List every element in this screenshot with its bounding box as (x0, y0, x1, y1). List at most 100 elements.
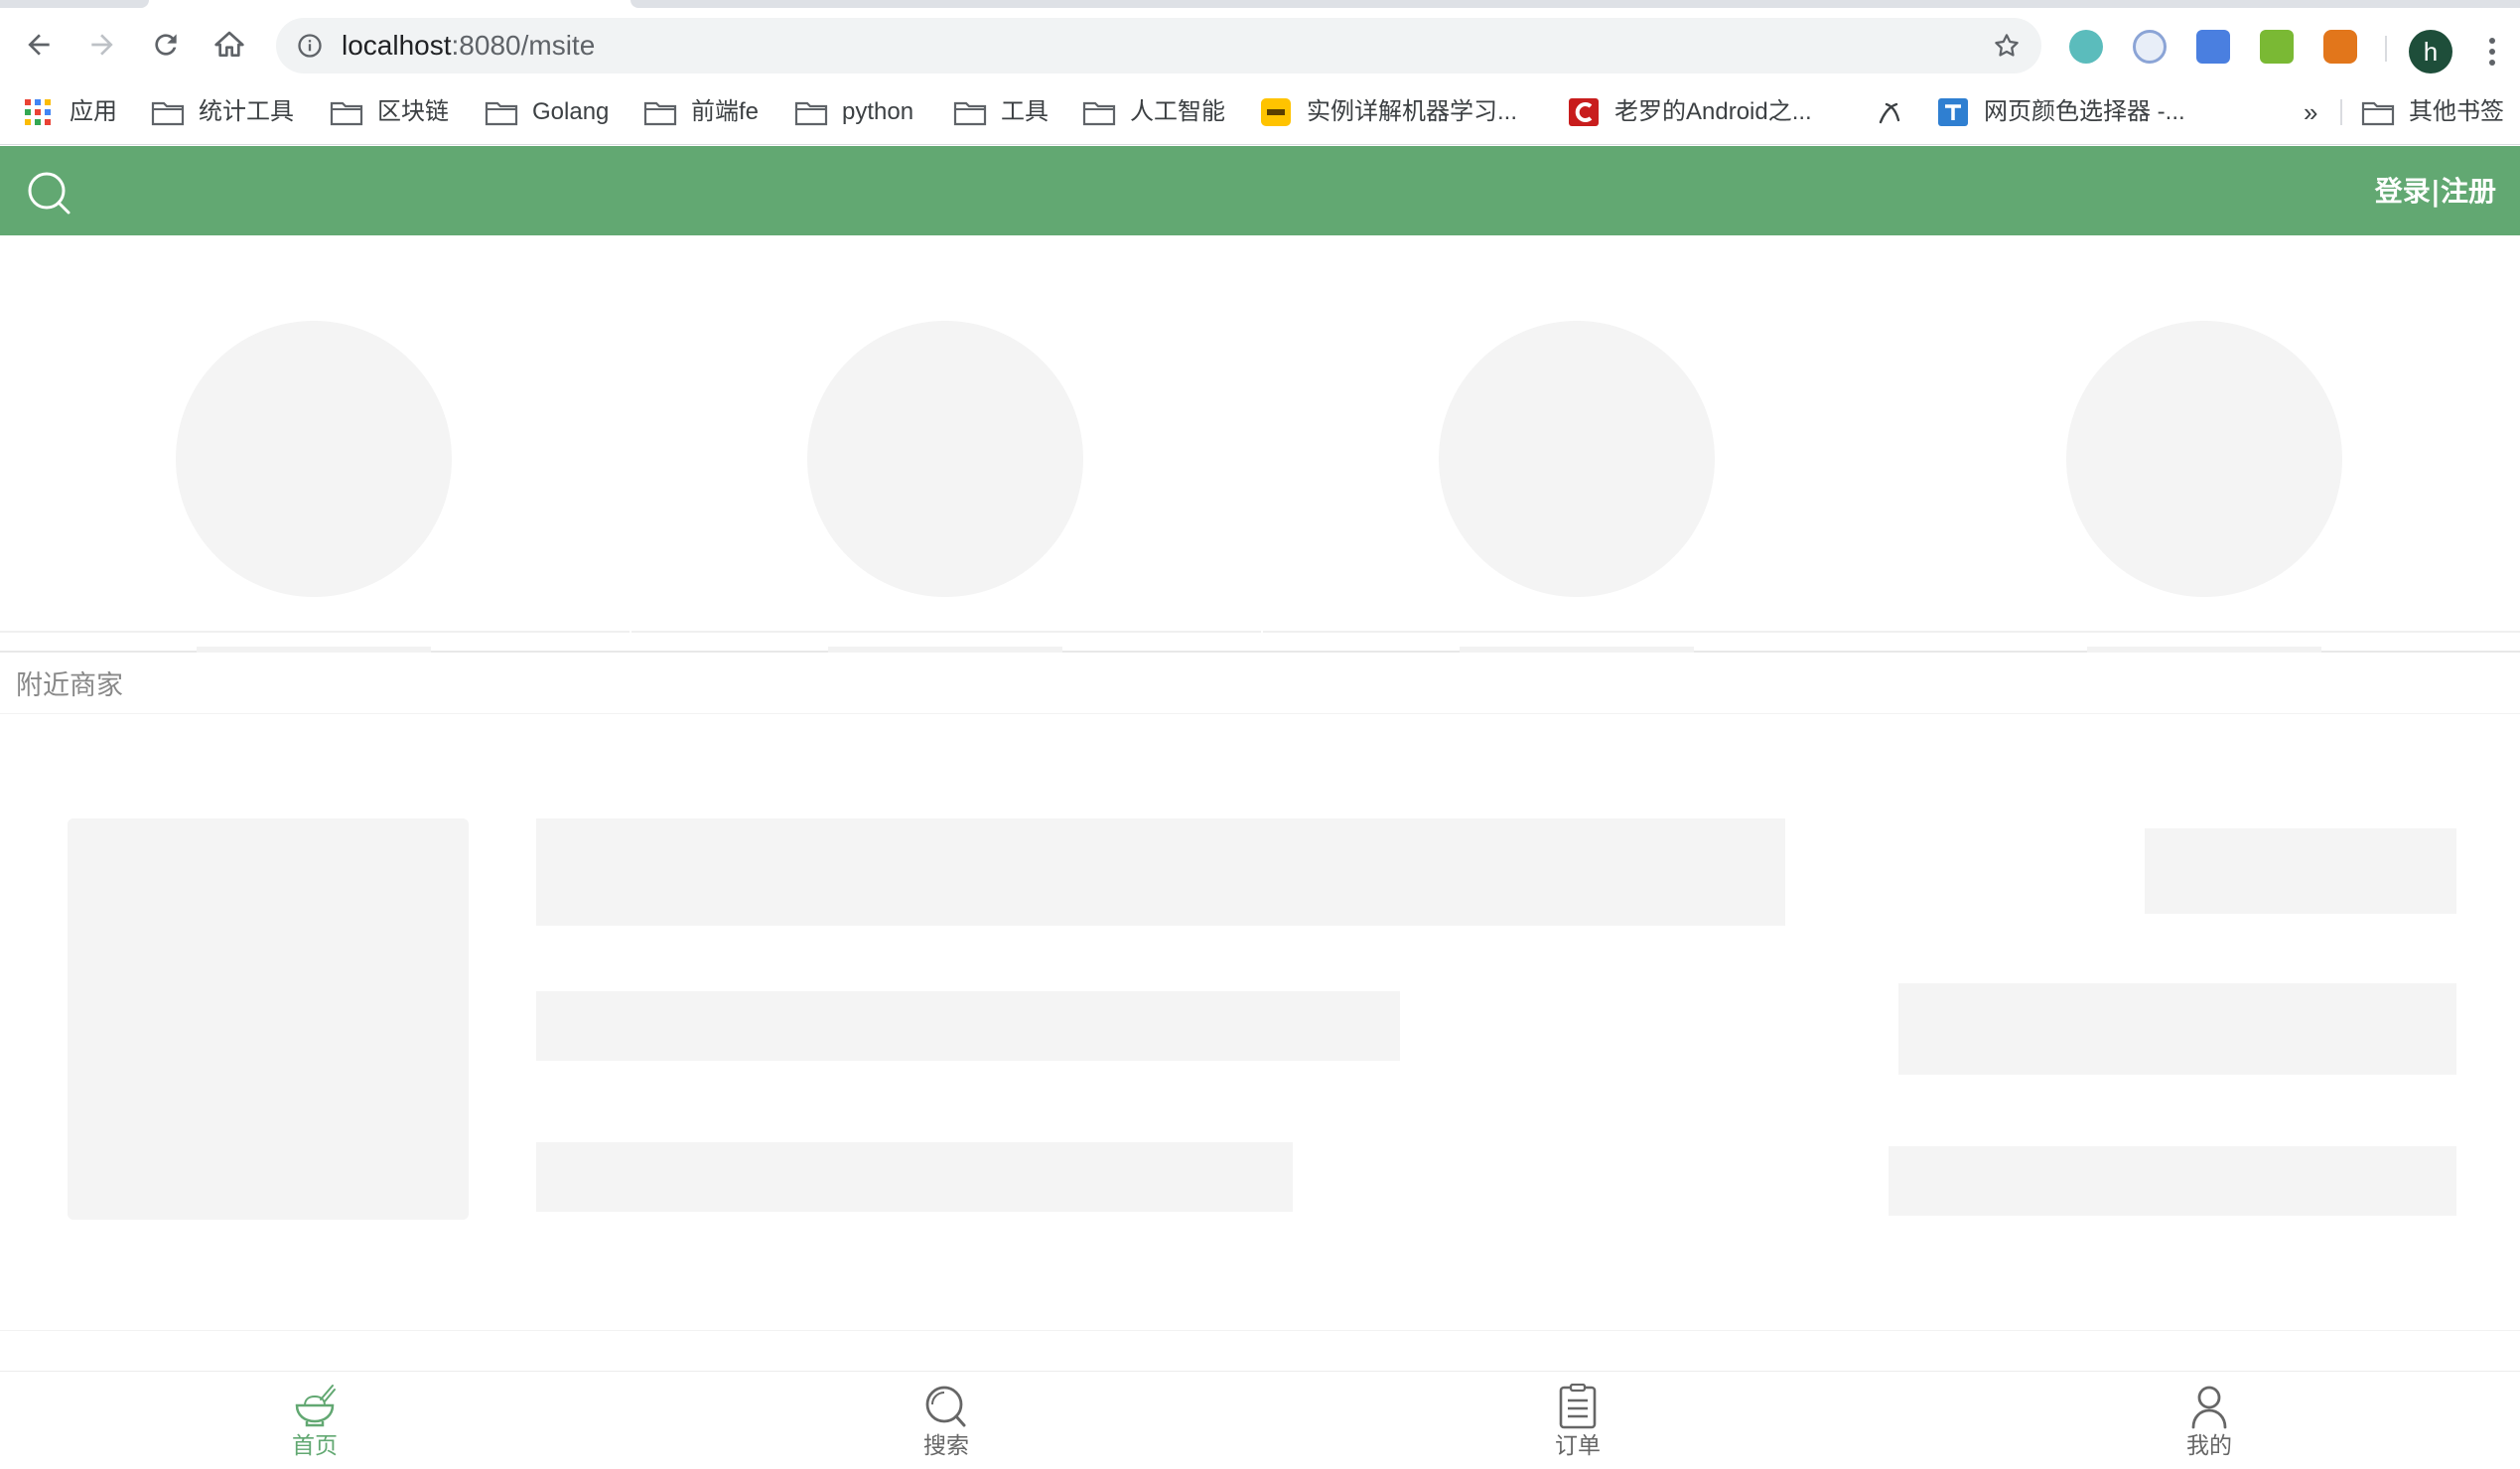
browser-toolbar: localhost:8080/msite h (0, 10, 2520, 79)
search-icon[interactable] (26, 170, 71, 216)
address-bar[interactable]: localhost:8080/msite (276, 18, 2041, 73)
bookmark-apps[interactable]: 应用 (22, 92, 117, 132)
menu-dot (2489, 60, 2495, 66)
arrow-left-icon (28, 34, 50, 56)
csdn-favicon-icon (1569, 98, 1599, 126)
nearby-shops-header: 附近商家 (0, 655, 2520, 714)
apps-grid-icon (25, 99, 51, 125)
bookmark-folder-golang[interactable]: Golang (485, 92, 609, 132)
divider (1263, 631, 1892, 633)
metamask-extension-icon[interactable] (2323, 30, 2357, 64)
bookmark-other[interactable]: 其他书签 (2361, 92, 2504, 132)
back-button[interactable] (18, 24, 60, 66)
shop-rating-placeholder (536, 991, 1400, 1061)
home-icon (214, 31, 244, 57)
section-title: 附近商家 (16, 670, 123, 701)
folder-icon (2361, 101, 2395, 126)
shop-distance-placeholder (1889, 1146, 2456, 1216)
tab-label: 搜索 (923, 1433, 969, 1459)
category-label-placeholder (2087, 647, 2321, 653)
app-header: 登录|注册 (0, 146, 2520, 235)
category-image-placeholder (807, 321, 1083, 597)
search-icon (925, 1386, 966, 1427)
bookmark-folder-blockchain[interactable]: 区块链 (330, 92, 449, 132)
shop-delivery-placeholder (536, 1142, 1293, 1212)
reload-button[interactable] (145, 24, 187, 66)
forward-button[interactable] (81, 24, 123, 66)
more-bookmarks-button[interactable]: » (2304, 92, 2317, 132)
bookmark-label: 实例详解机器学习... (1307, 98, 1518, 125)
folder-icon (643, 101, 677, 126)
bookmark-label: 人工智能 (1130, 98, 1225, 125)
browser-menu-button[interactable] (2482, 32, 2502, 72)
url-path: :8080/msite (451, 30, 596, 61)
bookmark-label: 前端fe (691, 98, 760, 125)
extension-icon-2[interactable] (2133, 30, 2167, 64)
bookmark-folder-ai[interactable]: 人工智能 (1082, 92, 1225, 132)
folder-icon (330, 101, 363, 126)
tab-label: 首页 (292, 1433, 338, 1459)
reload-icon (155, 34, 177, 56)
shop-image-placeholder (68, 818, 469, 1220)
extension-icon-1[interactable] (2069, 30, 2103, 64)
bookmarks-divider (2340, 99, 2342, 125)
translate-extension-icon[interactable] (2196, 30, 2230, 64)
home-bowl-icon (295, 1385, 336, 1427)
category-image-placeholder (176, 321, 452, 597)
tab-label: 我的 (2186, 1433, 2232, 1459)
bookmark-label: 区块链 (377, 98, 449, 125)
bookmark-custom-site[interactable] (1873, 92, 1906, 132)
menu-dot (2489, 49, 2495, 55)
category-item[interactable] (0, 235, 630, 653)
divider (631, 631, 1261, 633)
profile-avatar[interactable]: h (2409, 30, 2452, 73)
bookmark-label: 老罗的Android之... (1614, 98, 1812, 125)
shop-tag-placeholder (1898, 983, 2456, 1075)
bookmark-label: 网页颜色选择器 -... (1984, 98, 2185, 125)
category-image-placeholder (2066, 321, 2342, 597)
shop-list-skeleton (0, 715, 2520, 1331)
bookmark-label: 其他书签 (2409, 98, 2504, 125)
tab-home[interactable]: 首页 (0, 1372, 630, 1469)
category-label-placeholder (1460, 647, 1694, 653)
bookmark-color-picker[interactable]: 网页颜色选择器 -... (1936, 92, 2185, 132)
category-item[interactable] (1263, 235, 1892, 653)
bookmark-label: 统计工具 (199, 98, 294, 125)
bookmark-folder-frontend[interactable]: 前端fe (643, 92, 759, 132)
extension-icon-4[interactable] (2260, 30, 2294, 64)
bottom-tab-bar: 首页 搜索 订单 我的 (0, 1371, 2520, 1468)
tab-search[interactable]: 搜索 (631, 1372, 1261, 1469)
bookmark-folder-python[interactable]: python (794, 92, 913, 132)
toolbar-divider (2385, 36, 2387, 62)
tab-orders[interactable]: 订单 (1263, 1372, 1892, 1469)
category-image-placeholder (1439, 321, 1715, 597)
category-label-placeholder (828, 647, 1062, 653)
bookmark-folder-stats[interactable]: 统计工具 (151, 92, 294, 132)
bookmark-android[interactable]: 老罗的Android之... (1567, 92, 1812, 132)
url-text[interactable]: localhost:8080/msite (342, 31, 595, 61)
shop-name-placeholder (536, 818, 1785, 926)
category-item[interactable] (631, 235, 1261, 653)
bookmarks-bar: 应用 统计工具 区块链 Golang 前端fe python 工具 人工智能 实… (0, 79, 2520, 145)
meituan-favicon-icon (1261, 98, 1291, 126)
bookmark-folder-tools[interactable]: 工具 (953, 92, 1049, 132)
category-label-placeholder (197, 647, 431, 653)
menu-dot (2489, 38, 2495, 44)
more-bookmarks-chevron: » (2304, 97, 2318, 127)
url-host: localhost (342, 30, 452, 61)
custom-favicon-icon (1879, 102, 1900, 124)
divider (0, 631, 630, 633)
bookmark-ml-examples[interactable]: 实例详解机器学习... (1259, 92, 1517, 132)
home-button[interactable] (209, 24, 250, 66)
folder-icon (953, 101, 987, 126)
food-category-carousel (0, 235, 2520, 653)
tab-profile[interactable]: 我的 (1894, 1372, 2520, 1469)
tab-strip (0, 0, 2520, 10)
tab-strip-right (630, 0, 2520, 8)
login-register-link[interactable]: 登录|注册 (2375, 172, 2496, 212)
category-item[interactable] (1890, 235, 2520, 653)
bookmark-label: python (842, 98, 914, 125)
arrow-right-icon (91, 34, 113, 56)
bookmark-star-icon[interactable] (1992, 31, 2022, 61)
info-icon[interactable] (296, 32, 324, 60)
